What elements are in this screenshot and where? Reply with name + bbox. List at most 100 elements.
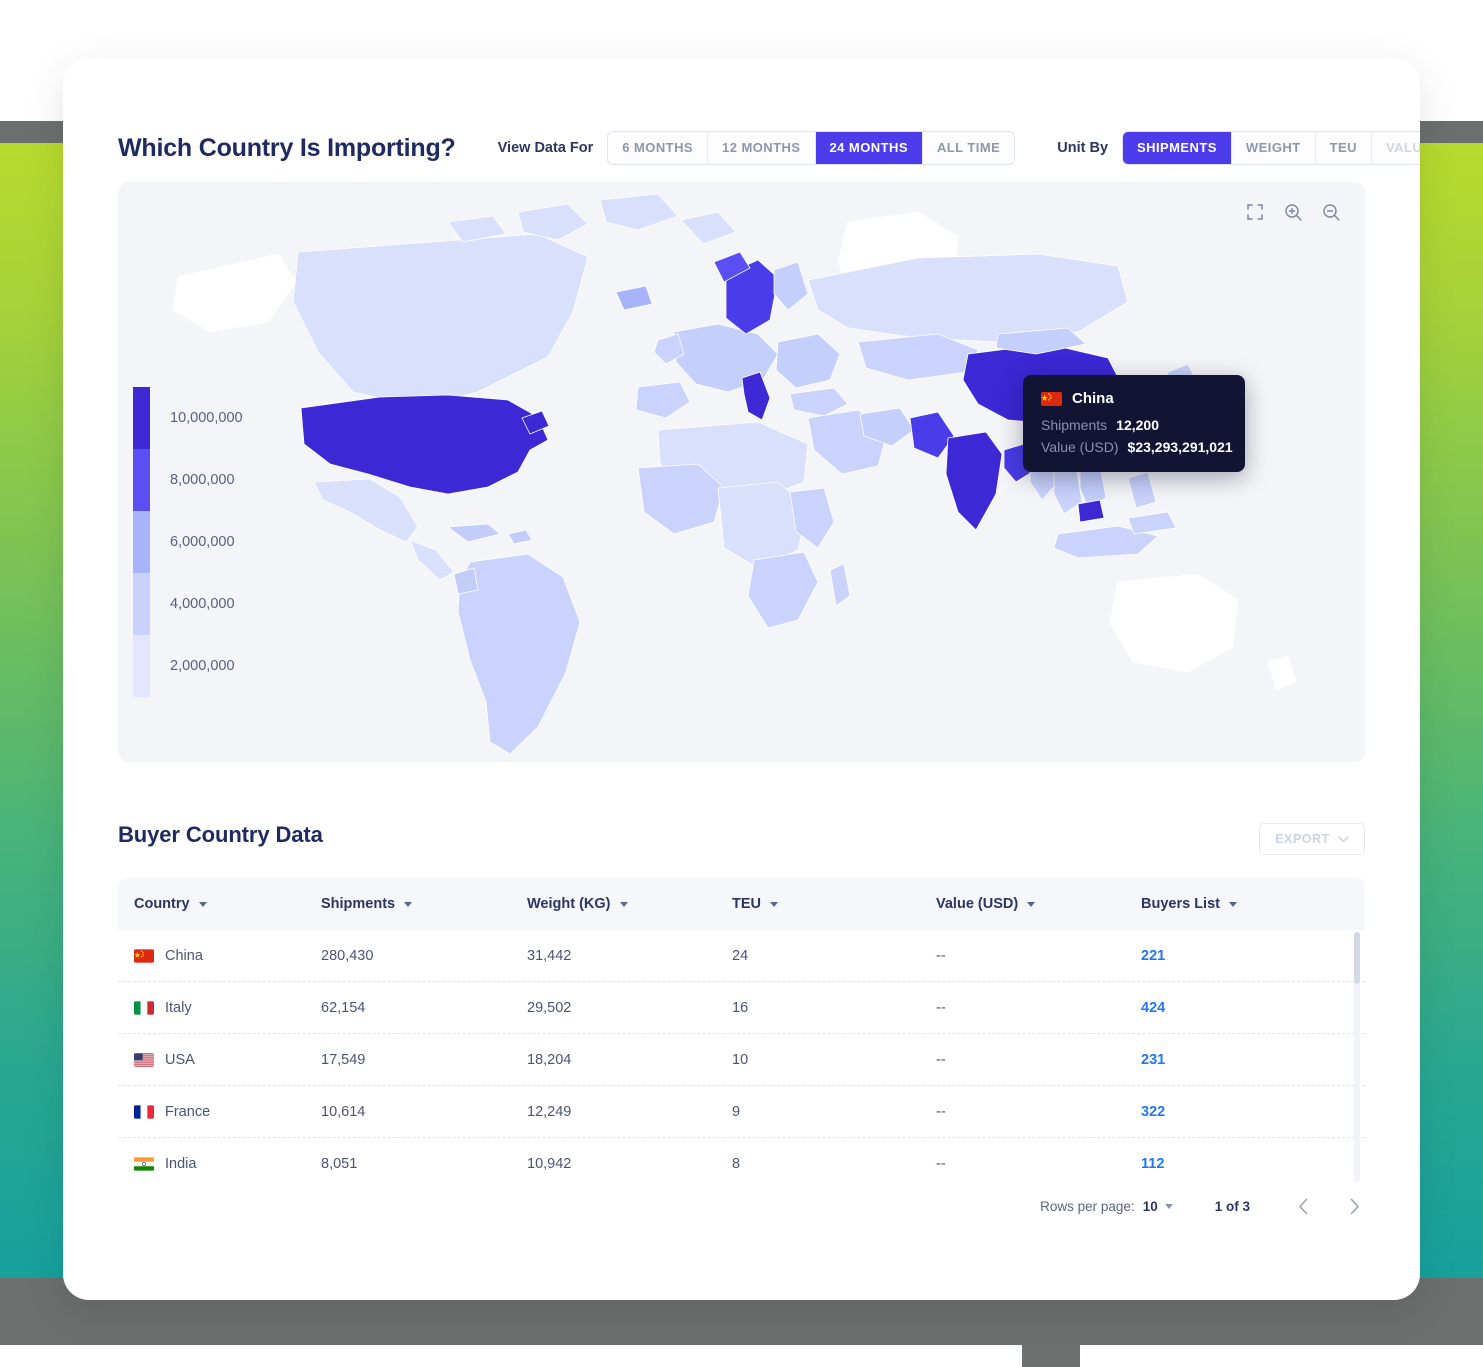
buyers-list-link[interactable]: 112 xyxy=(1141,1156,1164,1172)
column-header-weight[interactable]: Weight (KG) xyxy=(527,896,732,912)
legend-item: 8,000,000 xyxy=(133,449,333,511)
column-header-buyers-label: Buyers List xyxy=(1141,896,1220,912)
tooltip-shipments-value: 12,200 xyxy=(1116,417,1159,433)
cell-buyers: 221 xyxy=(1141,948,1331,964)
cell-country-label: USA xyxy=(165,1051,195,1068)
sort-caret-icon[interactable] xyxy=(404,901,413,907)
cell-weight: 10,942 xyxy=(527,1155,572,1172)
cell-country-label: France xyxy=(165,1103,211,1120)
unit-option-shipments[interactable]: SHIPMENTS xyxy=(1123,132,1232,164)
cell-value: -- xyxy=(936,947,946,964)
table-header-row: Country Shipments Weight (KG) TEU Value … xyxy=(118,878,1365,930)
sort-caret-icon[interactable] xyxy=(1228,901,1237,907)
cell-value: -- xyxy=(936,1155,946,1172)
unit-option-weight[interactable]: WEIGHT xyxy=(1231,132,1316,164)
table-row[interactable]: USA 17,549 18,204 10 -- 231 xyxy=(118,1034,1365,1086)
legend-swatch-10m xyxy=(133,387,150,449)
period-segmented-control: 6 MONTHS 12 MONTHS 24 MONTHS ALL TIME xyxy=(607,131,1016,165)
rows-per-page-caret-icon[interactable] xyxy=(1164,1204,1173,1209)
legend-label-2m: 2,000,000 xyxy=(170,658,235,674)
france-flag-icon xyxy=(134,1104,154,1119)
unit-by-control: Unit By SHIPMENTS WEIGHT TEU VALUE (USD) xyxy=(1057,131,1420,165)
sort-caret-icon[interactable] xyxy=(619,901,628,907)
period-option-all-time[interactable]: ALL TIME xyxy=(922,132,1015,164)
fullscreen-icon[interactable] xyxy=(1243,200,1267,224)
map-panel[interactable]: 10,000,000 8,000,000 6,000,000 4,000,000… xyxy=(118,182,1365,762)
table-row[interactable]: China 280,430 31,442 24 -- 221 xyxy=(118,930,1365,982)
cell-country: Italy xyxy=(118,1000,321,1016)
sort-caret-icon[interactable] xyxy=(770,901,778,907)
buyers-list-link[interactable]: 221 xyxy=(1141,948,1165,964)
legend-swatch-8m xyxy=(133,449,150,511)
export-button[interactable]: EXPORT xyxy=(1259,823,1365,855)
cell-shipments: 17,549 xyxy=(321,1051,366,1068)
column-header-buyers-list[interactable]: Buyers List xyxy=(1141,896,1331,912)
cell-value: -- xyxy=(936,1051,946,1068)
cell-weight: 31,442 xyxy=(527,947,572,964)
cell-shipments: 62,154 xyxy=(321,999,366,1016)
cell-buyers: 112 xyxy=(1141,1156,1331,1172)
cell-country: USA xyxy=(118,1052,321,1068)
next-page-button[interactable] xyxy=(1349,1198,1360,1215)
cell-value: -- xyxy=(936,999,946,1016)
legend-swatch-4m xyxy=(133,573,150,635)
column-header-shipments[interactable]: Shipments xyxy=(321,896,527,912)
column-header-shipments-label: Shipments xyxy=(321,896,396,912)
rows-per-page-value[interactable]: 10 xyxy=(1143,1199,1158,1214)
previous-page-button[interactable] xyxy=(1298,1198,1309,1215)
pagination-bar: Rows per page: 10 1 of 3 xyxy=(1040,1198,1360,1215)
cell-weight: 29,502 xyxy=(527,999,572,1016)
table-scrollbar[interactable] xyxy=(1354,932,1360,1182)
buyers-list-link[interactable]: 424 xyxy=(1141,1000,1165,1016)
table-section-title: Buyer Country Data xyxy=(118,822,323,847)
cell-teu: 9 xyxy=(732,1103,741,1120)
tooltip-header: China xyxy=(1041,390,1227,407)
column-header-country[interactable]: Country xyxy=(118,896,321,912)
buyers-list-link[interactable]: 322 xyxy=(1141,1104,1165,1120)
unit-by-label: Unit By xyxy=(1057,140,1109,156)
legend-swatch-2m xyxy=(133,635,150,697)
tooltip-value-label: Value (USD) xyxy=(1041,439,1119,455)
legend-swatch-6m xyxy=(133,511,150,573)
sort-caret-icon[interactable] xyxy=(1027,901,1036,907)
buyer-country-table: Country Shipments Weight (KG) TEU Value … xyxy=(118,878,1365,1185)
tooltip-shipments-label: Shipments xyxy=(1041,417,1108,433)
table-row[interactable]: Italy 62,154 29,502 16 -- 424 xyxy=(118,982,1365,1034)
sort-caret-icon[interactable] xyxy=(198,901,207,907)
cell-teu: 10 xyxy=(732,1051,749,1068)
cell-teu: 8 xyxy=(732,1155,741,1172)
table-row[interactable]: India 8,051 10,942 8 -- 112 xyxy=(118,1138,1365,1185)
chevron-down-icon xyxy=(1337,835,1349,843)
table-row[interactable]: France 10,614 12,249 9 -- 322 xyxy=(118,1086,1365,1138)
period-option-24-months[interactable]: 24 MONTHS xyxy=(815,132,923,164)
page-indicator: 1 of 3 xyxy=(1214,1199,1250,1214)
chevron-right-icon xyxy=(1350,1198,1359,1215)
cell-shipments: 280,430 xyxy=(321,947,374,964)
view-data-for-control: View Data For 6 MONTHS 12 MONTHS 24 MONT… xyxy=(498,131,1016,165)
cell-country-label: China xyxy=(165,947,203,964)
buyers-list-link[interactable]: 231 xyxy=(1141,1052,1165,1068)
cell-teu: 24 xyxy=(732,947,749,964)
cell-teu: 16 xyxy=(732,999,749,1016)
page-title: Which Country Is Importing? xyxy=(118,133,456,162)
period-option-12-months[interactable]: 12 MONTHS xyxy=(708,132,816,164)
legend-item: 4,000,000 xyxy=(133,573,333,635)
unit-segmented-control: SHIPMENTS WEIGHT TEU VALUE (USD) xyxy=(1122,131,1420,165)
column-header-teu[interactable]: TEU xyxy=(732,896,936,912)
cell-weight: 12,249 xyxy=(527,1103,572,1120)
table-scrollbar-thumb[interactable] xyxy=(1354,932,1360,984)
rows-per-page-label: Rows per page: xyxy=(1040,1199,1135,1214)
cell-shipments: 10,614 xyxy=(321,1103,366,1120)
cell-country: France xyxy=(118,1104,321,1120)
unit-option-teu[interactable]: TEU xyxy=(1315,132,1372,164)
column-header-value[interactable]: Value (USD) xyxy=(936,896,1141,912)
tooltip-row-value: Value (USD) $23,293,291,021 xyxy=(1041,439,1233,455)
column-header-weight-label: Weight (KG) xyxy=(527,896,611,912)
map-legend: 10,000,000 8,000,000 6,000,000 4,000,000… xyxy=(133,387,333,697)
zoom-out-icon[interactable] xyxy=(1319,200,1343,224)
period-option-6-months[interactable]: 6 MONTHS xyxy=(608,132,709,164)
zoom-in-icon[interactable] xyxy=(1281,200,1305,224)
italy-flag-icon xyxy=(134,1000,154,1015)
china-flag-icon xyxy=(134,948,154,963)
header-bar: Which Country Is Importing? View Data Fo… xyxy=(118,128,1420,168)
